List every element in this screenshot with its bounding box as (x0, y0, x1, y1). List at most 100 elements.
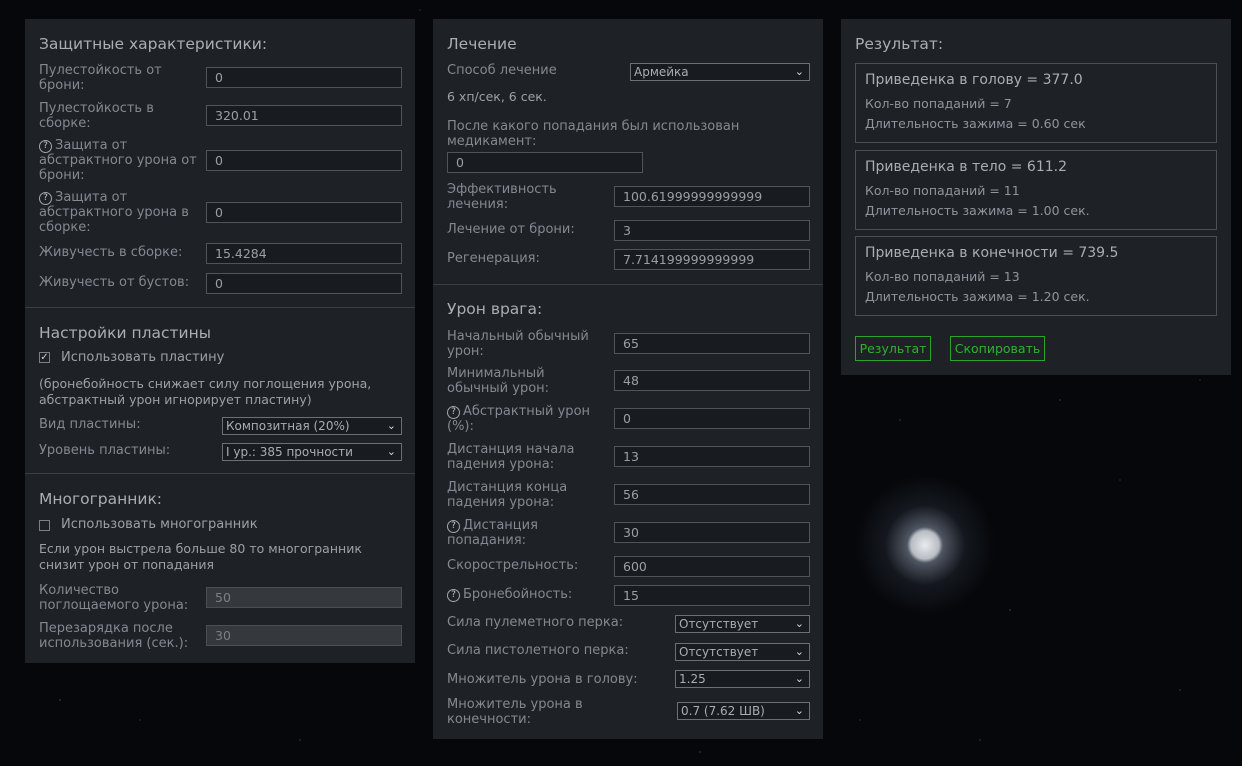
cooldown-input[interactable]: 30 (206, 625, 402, 646)
divider (25, 307, 415, 308)
min-dmg-label: Минимальный обычный урон: (447, 366, 550, 396)
plate-note: (бронебойность снижает силу поглощения у… (39, 376, 372, 407)
vitality-build-label: Живучесть в сборке: (39, 245, 183, 260)
heal-method-select[interactable]: Армейка ⌄ (630, 63, 810, 81)
plate-type-select[interactable]: Композитная (20%) ⌄ (222, 417, 402, 435)
vitality-build-input[interactable]: 15.4284 (206, 243, 402, 264)
result-title: Результат: (855, 35, 944, 53)
cooldown-label: Перезарядка после использования (сек.): (39, 621, 189, 651)
base-dmg-label: Начальный обычный урон: (447, 329, 589, 359)
limb-mult-select[interactable]: 0.7 (7.62 ШВ) ⌄ (677, 702, 810, 720)
chevron-down-icon: ⌄ (794, 645, 804, 658)
result-head-duration: Длительность зажима = 0.60 сек (865, 116, 1086, 131)
heal-method-info: 6 хп/сек, 6 сек. (447, 89, 547, 104)
regen-label: Регенерация: (447, 251, 540, 266)
help-icon[interactable]: ? (447, 589, 460, 602)
mg-perk-label: Сила пулеметного перка: (447, 615, 624, 630)
hit-distance-input[interactable]: 30 (614, 522, 810, 543)
use-polyhedron-label: Использовать многогранник (61, 517, 258, 532)
use-plate-label: Использовать пластину (61, 350, 225, 365)
efficiency-label: Эффективность лечения: (447, 182, 557, 212)
defense-title: Защитные характеристики: (39, 35, 268, 53)
abstract-armor-label: ? Защита от абстрактного урона от брони: (39, 138, 197, 183)
min-dmg-input[interactable]: 48 (614, 370, 810, 391)
abstract-build-label: ? Защита от абстрактного урона в сборке: (39, 190, 189, 235)
vitality-boost-input[interactable]: 0 (206, 273, 402, 294)
help-icon[interactable]: ? (39, 192, 52, 205)
defense-panel: Защитные характеристики: Пулестойкость о… (25, 19, 415, 663)
mg-perk-value: Отсутствует (679, 617, 759, 631)
heal-method-value: Армейка (634, 65, 689, 79)
pistol-perk-value: Отсутствует (679, 645, 759, 659)
fire-rate-label: Скорострельность: (447, 558, 579, 573)
armor-heal-input[interactable]: 3 (614, 220, 810, 241)
abstract-build-input[interactable]: 0 (206, 202, 402, 223)
result-button[interactable]: Результат (855, 336, 931, 361)
armor-bullet-label: Пулестойкость от брони: (39, 63, 162, 93)
head-mult-select[interactable]: 1.25 ⌄ (675, 670, 810, 688)
chevron-down-icon: ⌄ (794, 65, 804, 78)
efficiency-input[interactable]: 100.61999999999999 (614, 186, 810, 207)
plate-type-value: Композитная (20%) (226, 419, 350, 433)
base-dmg-input[interactable]: 65 (614, 333, 810, 354)
abstract-armor-input[interactable]: 0 (206, 150, 402, 171)
help-icon[interactable]: ? (447, 406, 460, 419)
armor-bullet-input[interactable]: 0 (206, 67, 402, 88)
result-body-hits: Кол-во попаданий = 11 (865, 183, 1020, 198)
polyhedron-title: Многогранник: (39, 490, 163, 508)
result-body-title: Приведенка в тело = 611.2 (865, 159, 1068, 175)
result-head-box: Приведенка в голову = 377.0 Кол-во попад… (855, 63, 1217, 143)
result-body-box: Приведенка в тело = 611.2 Кол-во попадан… (855, 150, 1217, 230)
plate-title: Настройки пластины (39, 324, 211, 342)
falloff-end-input[interactable]: 56 (614, 484, 810, 505)
use-polyhedron-checkbox[interactable] (39, 520, 50, 531)
result-panel: Результат: Приведенка в голову = 377.0 К… (841, 19, 1231, 375)
result-limb-hits: Кол-во попаданий = 13 (865, 269, 1020, 284)
healing-title: Лечение (447, 35, 517, 53)
absorb-input[interactable]: 50 (206, 587, 402, 608)
chevron-down-icon: ⌄ (794, 617, 804, 630)
falloff-end-label: Дистанция конца падения урона: (447, 480, 568, 510)
head-mult-label: Множитель урона в голову: (447, 672, 638, 687)
result-limb-duration: Длительность зажима = 1.20 сек. (865, 289, 1090, 304)
build-bullet-input[interactable]: 320.01 (206, 105, 402, 126)
after-hit-input[interactable]: 0 (447, 152, 643, 173)
copy-button[interactable]: Скопировать (950, 336, 1045, 361)
result-head-hits: Кол-во попаданий = 7 (865, 96, 1012, 111)
chevron-down-icon: ⌄ (794, 672, 804, 685)
polyhedron-note: Если урон выстрела больше 80 то многогра… (39, 541, 362, 572)
plate-level-select[interactable]: I ур.: 385 прочности ⌄ (222, 443, 402, 461)
falloff-start-input[interactable]: 13 (614, 446, 810, 467)
divider (25, 473, 415, 474)
limb-mult-label: Множитель урона в конечности: (447, 697, 583, 727)
chevron-down-icon: ⌄ (386, 445, 396, 458)
result-head-title: Приведенка в голову = 377.0 (865, 72, 1083, 88)
abstract-dmg-input[interactable]: 0 (614, 408, 810, 429)
help-icon[interactable]: ? (39, 140, 52, 153)
limb-mult-value: 0.7 (7.62 ШВ) (681, 704, 765, 718)
chevron-down-icon: ⌄ (386, 419, 396, 432)
penetration-label: ? Бронебойность: (447, 587, 572, 602)
build-bullet-label: Пулестойкость в сборке: (39, 101, 154, 131)
pistol-perk-label: Сила пистолетного перка: (447, 643, 629, 658)
vitality-boost-label: Живучесть от бустов: (39, 275, 190, 290)
regen-input[interactable]: 7.714199999999999 (614, 249, 810, 270)
plate-level-label: Уровень пластины: (39, 443, 171, 458)
pistol-perk-select[interactable]: Отсутствует ⌄ (675, 643, 810, 661)
result-limb-title: Приведенка в конечности = 739.5 (865, 245, 1119, 261)
absorb-label: Количество поглощаемого урона: (39, 583, 189, 613)
enemy-title: Урон врага: (447, 300, 543, 318)
falloff-start-label: Дистанция начала падения урона: (447, 442, 575, 472)
plate-type-label: Вид пластины: (39, 417, 141, 432)
penetration-input[interactable]: 15 (614, 585, 810, 606)
mg-perk-select[interactable]: Отсутствует ⌄ (675, 615, 810, 633)
hit-distance-label: ? Дистанция попадания: (447, 518, 538, 548)
result-limb-box: Приведенка в конечности = 739.5 Кол-во п… (855, 236, 1217, 316)
use-plate-checkbox[interactable]: ✓ (39, 352, 50, 363)
after-hit-label: После какого попадания был использован м… (447, 119, 740, 149)
fire-rate-input[interactable]: 600 (614, 556, 810, 577)
divider (433, 284, 823, 285)
heal-method-label: Способ лечение (447, 63, 557, 78)
help-icon[interactable]: ? (447, 520, 460, 533)
abstract-dmg-label: ? Абстрактный урон (%): (447, 404, 591, 434)
